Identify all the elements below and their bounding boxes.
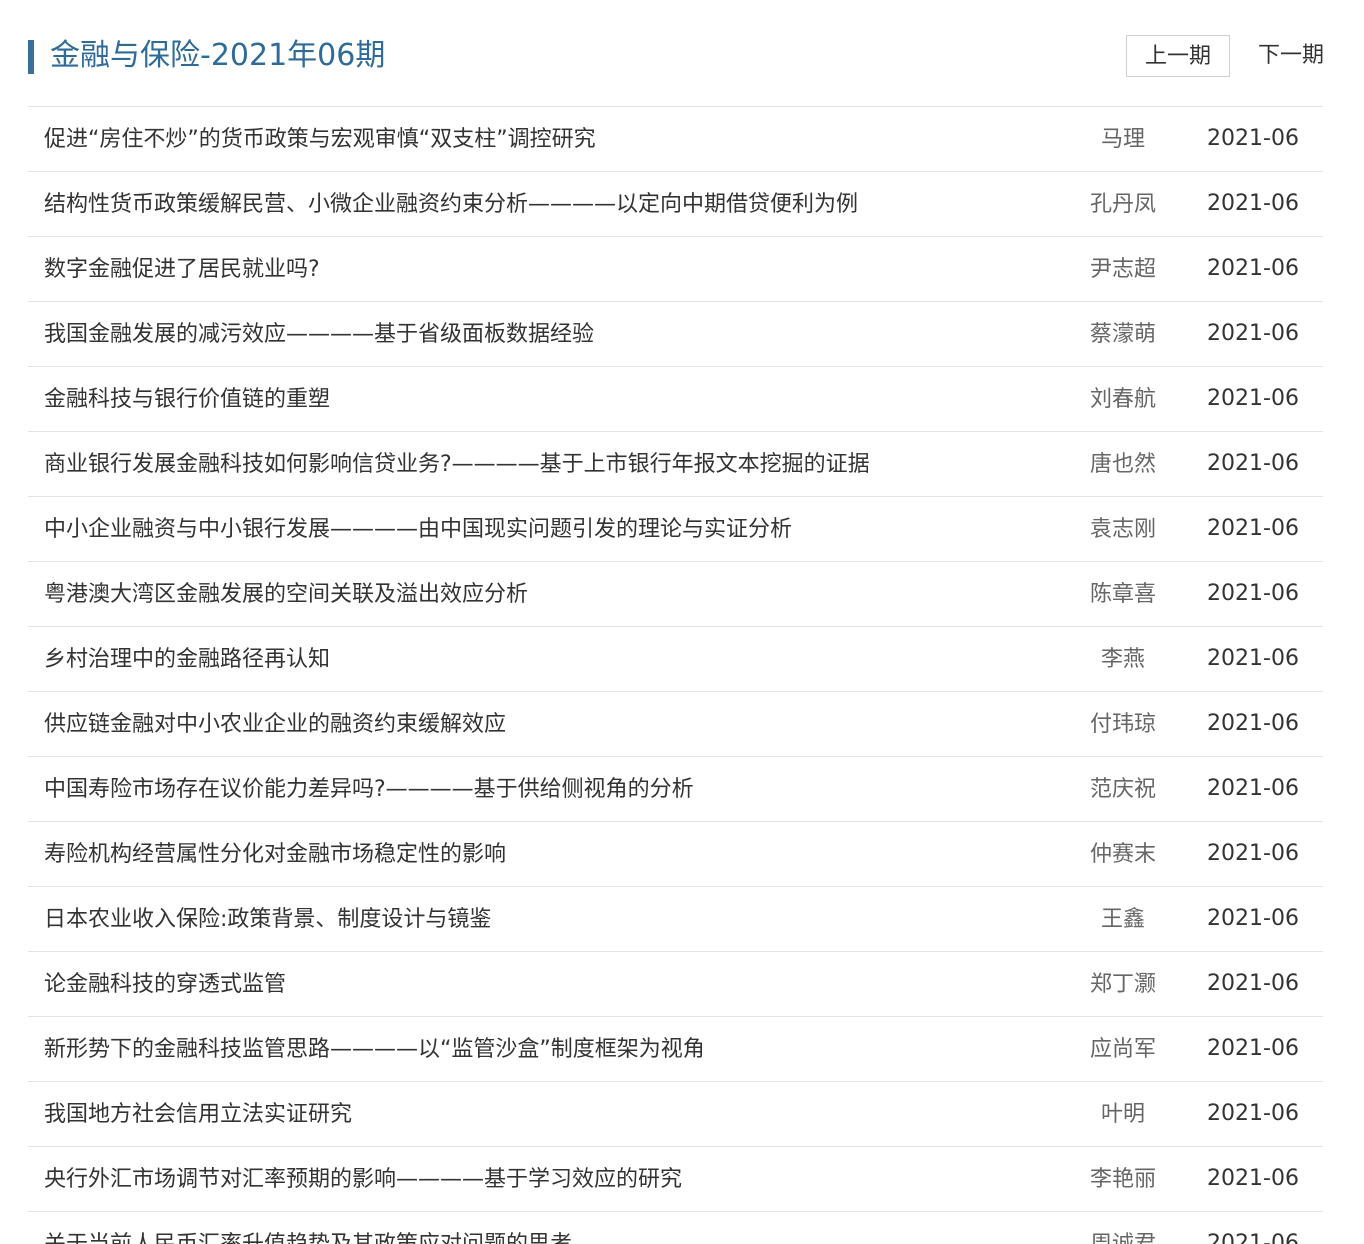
article-author: 尹志超 (1089, 257, 1156, 282)
article-title-link[interactable]: 新形势下的金融科技监管思路————以“监管沙盒”制度框架为视角 (44, 1017, 705, 1081)
article-date: 2021-06 (1207, 1101, 1299, 1126)
article-list: 促进“房住不炒”的货币政策与宏观审慎“双支柱”调控研究 马理 2021-06 结构性货… (28, 106, 1323, 1244)
article-row[interactable]: 我国金融发展的减污效应————基于省级面板数据经验 蔡濛萌 2021-06 (28, 302, 1323, 367)
article-row[interactable]: 寿险机构经营属性分化对金融市场稳定性的影响 仲赛末 2021-06 (28, 822, 1323, 887)
article-author: 唐也然 (1089, 452, 1156, 477)
article-author: 仲赛末 (1089, 842, 1156, 867)
prev-issue-button[interactable]: 上一期 (1126, 35, 1230, 77)
article-title-link[interactable]: 结构性货币政策缓解民营、小微企业融资约束分析————以定向中期借贷便利为例 (44, 172, 858, 236)
article-title-link[interactable]: 粤港澳大湾区金融发展的空间关联及溢出效应分析 (44, 562, 528, 626)
article-author: 郑丁灏 (1089, 972, 1156, 997)
article-title-link[interactable]: 我国金融发展的减污效应————基于省级面板数据经验 (44, 302, 594, 366)
article-date: 2021-06 (1207, 516, 1299, 541)
article-row[interactable]: 我国地方社会信用立法实证研究 叶明 2021-06 (28, 1082, 1323, 1147)
article-row[interactable]: 商业银行发展金融科技如何影响信贷业务?————基于上市银行年报文本挖掘的证据 唐也… (28, 432, 1323, 497)
article-date: 2021-06 (1207, 581, 1299, 606)
article-author: 王鑫 (1100, 907, 1145, 932)
page-title: 金融与保险-2021年06期 (50, 38, 386, 73)
issue-header: 金融与保险-2021年06期 上一期 下一期 (28, 28, 1324, 88)
article-title-link[interactable]: 数字金融促进了居民就业吗? (44, 237, 320, 301)
article-date: 2021-06 (1207, 906, 1299, 931)
article-author: 应尚军 (1089, 1037, 1156, 1062)
article-title-link[interactable]: 金融科技与银行价值链的重塑 (44, 367, 330, 431)
article-title-link[interactable]: 商业银行发展金融科技如何影响信贷业务?————基于上市银行年报文本挖掘的证据 (44, 432, 870, 496)
article-row[interactable]: 论金融科技的穿透式监管 郑丁灏 2021-06 (28, 952, 1323, 1017)
article-author: 周诚君 (1078, 1212, 1168, 1244)
article-author: 刘春航 (1089, 387, 1156, 412)
article-date: 2021-06 (1207, 126, 1299, 151)
article-row[interactable]: 新形势下的金融科技监管思路————以“监管沙盒”制度框架为视角 应尚军 2021-0… (28, 1017, 1323, 1082)
article-date: 2021-06 (1207, 1231, 1299, 1244)
article-title-link[interactable]: 中国寿险市场存在议价能力差异吗?————基于供给侧视角的分析 (44, 757, 694, 821)
article-author: 马理 (1100, 127, 1145, 152)
article-row[interactable]: 日本农业收入保险:政策背景、制度设计与镜鉴 王鑫 2021-06 (28, 887, 1323, 952)
article-title-link[interactable]: 关于当前人民币汇率升值趋势及其政策应对问题的思考 (44, 1212, 572, 1244)
article-author: 叶明 (1100, 1102, 1145, 1127)
article-date: 2021-06 (1207, 711, 1299, 736)
article-row[interactable]: 关于当前人民币汇率升值趋势及其政策应对问题的思考 周诚君 2021-06 (28, 1212, 1323, 1244)
article-date: 2021-06 (1207, 386, 1299, 411)
article-author: 李艳丽 (1089, 1167, 1156, 1192)
article-title-link[interactable]: 寿险机构经营属性分化对金融市场稳定性的影响 (44, 822, 506, 886)
article-row[interactable]: 粤港澳大湾区金融发展的空间关联及溢出效应分析 陈章喜 2021-06 (28, 562, 1323, 627)
article-date: 2021-06 (1207, 451, 1299, 476)
title-accent-bar (28, 40, 34, 74)
article-date: 2021-06 (1207, 1166, 1299, 1191)
article-date: 2021-06 (1207, 1036, 1299, 1061)
article-author: 李燕 (1100, 647, 1145, 672)
article-title-link[interactable]: 中小企业融资与中小银行发展————由中国现实问题引发的理论与实证分析 (44, 497, 792, 561)
article-title-link[interactable]: 央行外汇市场调节对汇率预期的影响————基于学习效应的研究 (44, 1147, 682, 1211)
article-title-link[interactable]: 乡村治理中的金融路径再认知 (44, 627, 330, 691)
article-row[interactable]: 中小企业融资与中小银行发展————由中国现实问题引发的理论与实证分析 袁志刚 202… (28, 497, 1323, 562)
article-author: 孔丹凤 (1089, 192, 1156, 217)
article-date: 2021-06 (1207, 776, 1299, 801)
article-row[interactable]: 供应链金融对中小农业企业的融资约束缓解效应 付玮琼 2021-06 (28, 692, 1323, 757)
article-author: 付玮琼 (1089, 712, 1156, 737)
issue-page: 金融与保险-2021年06期 上一期 下一期 促进“房住不炒”的货币政策与宏观审… (0, 0, 1364, 1244)
article-row[interactable]: 央行外汇市场调节对汇率预期的影响————基于学习效应的研究 李艳丽 2021-06 (28, 1147, 1323, 1212)
article-row[interactable]: 结构性货币政策缓解民营、小微企业融资约束分析————以定向中期借贷便利为例 孔丹凤… (28, 172, 1323, 237)
article-date: 2021-06 (1207, 256, 1299, 281)
article-date: 2021-06 (1207, 971, 1299, 996)
article-row[interactable]: 促进“房住不炒”的货币政策与宏观审慎“双支柱”调控研究 马理 2021-06 (28, 107, 1323, 172)
article-author: 范庆祝 (1089, 777, 1156, 802)
article-title-link[interactable]: 我国地方社会信用立法实证研究 (44, 1082, 352, 1146)
article-title-link[interactable]: 论金融科技的穿透式监管 (44, 952, 286, 1016)
article-row[interactable]: 中国寿险市场存在议价能力差异吗?————基于供给侧视角的分析 范庆祝 2021-06 (28, 757, 1323, 822)
article-date: 2021-06 (1207, 646, 1299, 671)
article-row[interactable]: 金融科技与银行价值链的重塑 刘春航 2021-06 (28, 367, 1323, 432)
article-title-link[interactable]: 促进“房住不炒”的货币政策与宏观审慎“双支柱”调控研究 (44, 107, 596, 171)
article-date: 2021-06 (1207, 841, 1299, 866)
article-row[interactable]: 数字金融促进了居民就业吗? 尹志超 2021-06 (28, 237, 1323, 302)
article-author: 蔡濛萌 (1089, 322, 1156, 347)
article-title-link[interactable]: 日本农业收入保险:政策背景、制度设计与镜鉴 (44, 887, 491, 951)
article-date: 2021-06 (1207, 191, 1299, 216)
next-issue-link[interactable]: 下一期 (1250, 35, 1324, 77)
article-title-link[interactable]: 供应链金融对中小农业企业的融资约束缓解效应 (44, 692, 506, 756)
article-author: 袁志刚 (1089, 517, 1156, 542)
article-date: 2021-06 (1207, 321, 1299, 346)
article-author: 陈章喜 (1089, 582, 1156, 607)
article-row[interactable]: 乡村治理中的金融路径再认知 李燕 2021-06 (28, 627, 1323, 692)
